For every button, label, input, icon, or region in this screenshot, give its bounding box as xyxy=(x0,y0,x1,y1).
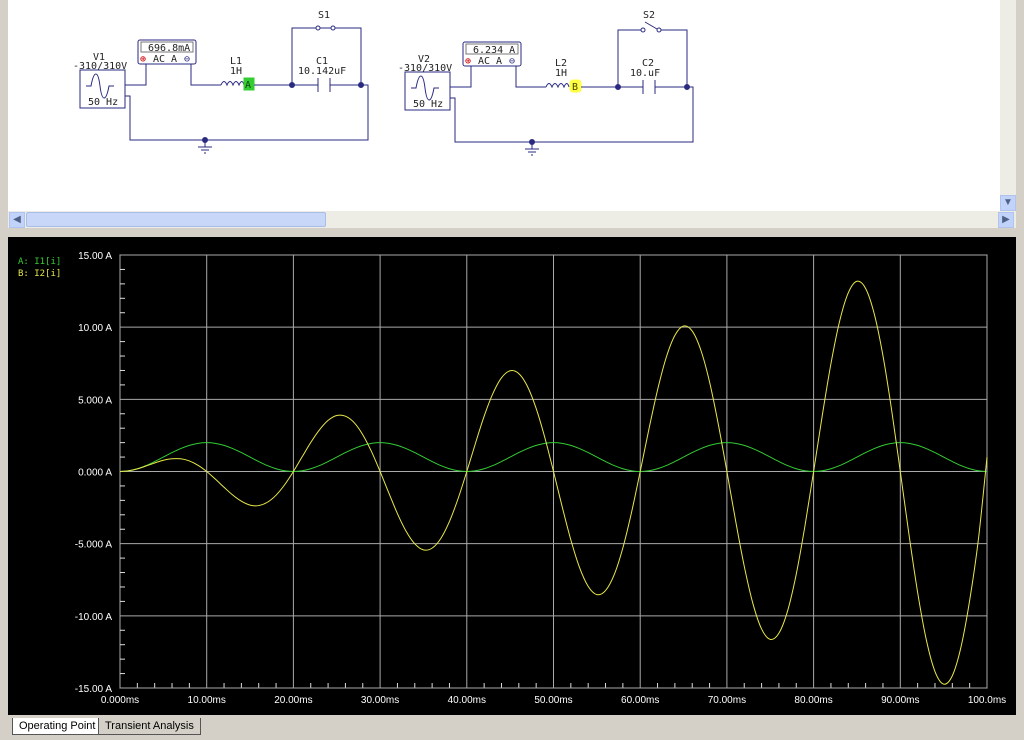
scroll-thumb[interactable] xyxy=(26,212,326,227)
y-tick-label: 0.000 A xyxy=(78,468,112,479)
x-tick-label: 30.00ms xyxy=(361,695,399,706)
x-tick-label: 80.00ms xyxy=(794,695,832,706)
sine-wave-icon xyxy=(86,73,114,99)
minus-icon: ⊖ xyxy=(184,54,190,65)
y-tick-label: -10.00 A xyxy=(75,612,113,623)
ammeter-2-mode: AC A xyxy=(478,56,502,67)
horizontal-scrollbar[interactable]: ◀ ▶ xyxy=(8,211,1016,228)
v2-freq: 50 Hz xyxy=(413,99,443,110)
circuit-1: V1 -310/310V 50 Hz 696.8mA ⊕ AC A ⊖ L1 1… xyxy=(73,10,369,154)
x-tick-label: 70.00ms xyxy=(708,695,746,706)
y-tick-label: 5.000 A xyxy=(78,395,112,406)
inductor-l2[interactable] xyxy=(545,83,570,89)
capacitor-c2[interactable] xyxy=(642,80,656,94)
minus-icon: ⊖ xyxy=(509,56,515,67)
inductor-l1[interactable] xyxy=(220,81,245,87)
legend-entry: A: I1[i] xyxy=(18,257,61,267)
y-tick-label: -15.00 A xyxy=(75,684,113,695)
plus-icon: ⊕ xyxy=(465,56,471,67)
ammeter-2-reading: 6.234 A xyxy=(473,45,515,56)
l1-value: 1H xyxy=(230,66,242,77)
grapher-plot[interactable]: 0.000ms 10.00ms 20.00ms 30.00ms 40.00ms 50.00… xyxy=(8,237,1016,715)
s2-name: S2 xyxy=(643,10,655,21)
x-tick-label: 10.00ms xyxy=(188,695,226,706)
probe-a-label: A xyxy=(245,80,251,91)
scroll-left-button[interactable]: ◀ xyxy=(9,212,25,228)
x-tick-label: 100.0ms xyxy=(968,695,1006,706)
plus-icon: ⊕ xyxy=(140,54,146,65)
ammeter-1-mode: AC A xyxy=(153,54,177,65)
y-tick-label: -5.000 A xyxy=(75,540,113,551)
tab-transient-analysis[interactable]: Transient Analysis xyxy=(98,718,201,735)
y-tick-label: 10.00 A xyxy=(78,323,112,334)
tab-operating-point[interactable]: Operating Point xyxy=(12,718,103,735)
x-tick-label: 40.00ms xyxy=(448,695,486,706)
v1-value: -310/310V xyxy=(73,61,127,72)
ammeter-1-reading: 696.8mA xyxy=(148,43,190,54)
v2-value: -310/310V xyxy=(398,63,452,74)
c1-value: 10.142uF xyxy=(298,66,346,77)
vertical-scrollbar[interactable]: ▼ xyxy=(1000,0,1016,211)
x-tick-label: 0.000ms xyxy=(101,695,139,706)
l2-value: 1H xyxy=(555,68,567,79)
probe-b-label: B xyxy=(572,82,578,93)
legend-entry: B: I2[i] xyxy=(18,269,61,279)
c2-value: 10.uF xyxy=(630,68,660,79)
sine-wave-icon xyxy=(411,75,439,101)
transient-chart: 0.000ms 10.00ms 20.00ms 30.00ms 40.00ms 50.00… xyxy=(18,251,1006,706)
x-tick-label: 90.00ms xyxy=(881,695,919,706)
switch-s2[interactable] xyxy=(644,21,658,30)
s1-name: S1 xyxy=(318,10,330,21)
x-tick-label: 20.00ms xyxy=(274,695,312,706)
scroll-down-button[interactable]: ▼ xyxy=(1000,195,1016,211)
v1-freq: 50 Hz xyxy=(88,97,118,108)
x-tick-label: 50.00ms xyxy=(534,695,572,706)
schematic-canvas[interactable]: V1 -310/310V 50 Hz 696.8mA ⊕ AC A ⊖ L1 1… xyxy=(8,0,1000,211)
scroll-right-button[interactable]: ▶ xyxy=(998,212,1014,228)
analysis-tabs: Operating Point Transient Analysis xyxy=(8,716,1016,736)
y-tick-label: 15.00 A xyxy=(78,251,112,262)
x-tick-label: 60.00ms xyxy=(621,695,659,706)
capacitor-c1[interactable] xyxy=(317,78,331,92)
circuit-2: V2 -310/310V 50 Hz 6.234 A ⊕ AC A ⊖ L2 1… xyxy=(398,10,694,156)
